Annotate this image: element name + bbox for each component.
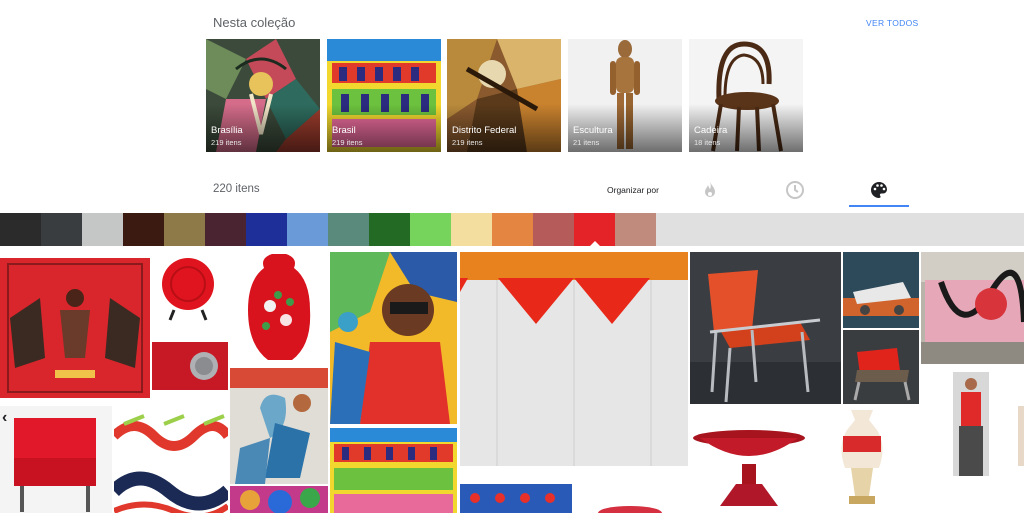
artwork-tile[interactable] <box>230 250 328 366</box>
artwork-tile[interactable] <box>1018 406 1024 466</box>
card-count: 18 itens <box>694 138 721 147</box>
artwork-tile[interactable] <box>230 486 328 513</box>
card-name: Cadeira <box>694 125 728 136</box>
artwork-tile[interactable] <box>0 406 112 513</box>
card-count: 21 itens <box>573 138 600 147</box>
color-swatch[interactable] <box>410 213 451 246</box>
collection-card-brasilia[interactable]: Brasília 219 itens <box>206 39 320 152</box>
results-grid: ‹ <box>0 246 1024 513</box>
artwork-tile[interactable] <box>833 406 891 513</box>
color-swatch[interactable] <box>246 213 287 246</box>
color-swatch[interactable] <box>615 213 656 246</box>
artwork-tile[interactable] <box>152 250 228 336</box>
color-swatch[interactable] <box>205 213 246 246</box>
card-count: 219 itens <box>211 138 242 147</box>
artwork-tile[interactable] <box>330 428 457 513</box>
artwork-tile[interactable] <box>460 252 688 466</box>
clock-icon[interactable] <box>785 180 805 200</box>
color-swatch[interactable] <box>82 213 123 246</box>
card-name: Brasil <box>332 125 356 136</box>
artwork-tile[interactable] <box>690 252 841 404</box>
color-swatch[interactable] <box>574 213 615 247</box>
artwork-tile[interactable] <box>921 252 1024 364</box>
color-swatch[interactable] <box>0 213 41 246</box>
prev-arrow-icon[interactable]: ‹ <box>2 409 16 429</box>
artwork-tile[interactable] <box>843 330 919 404</box>
artwork-tile[interactable] <box>590 500 670 513</box>
color-swatch[interactable] <box>492 213 533 246</box>
artwork-tile[interactable] <box>0 258 150 398</box>
collection-title: Nesta coleção <box>213 15 296 30</box>
collection-card-cadeira[interactable]: Cadeira 18 itens <box>689 39 803 152</box>
artwork-tile[interactable] <box>230 368 328 484</box>
color-swatch[interactable] <box>533 213 574 246</box>
card-count: 219 itens <box>452 138 483 147</box>
color-swatch[interactable] <box>41 213 82 246</box>
artwork-tile[interactable] <box>690 426 808 513</box>
artwork-tile[interactable] <box>953 372 989 476</box>
collection-card-brasil[interactable]: Brasil 219 itens <box>327 39 441 152</box>
palette-icon[interactable] <box>869 180 889 200</box>
flame-icon[interactable] <box>700 180 720 200</box>
color-swatch[interactable] <box>287 213 328 246</box>
card-name: Distrito Federal <box>452 125 517 136</box>
color-swatch[interactable] <box>451 213 492 246</box>
artwork-tile[interactable] <box>152 342 228 390</box>
sort-active-indicator <box>849 205 909 207</box>
color-swatch[interactable] <box>328 213 369 246</box>
card-count: 219 itens <box>332 138 363 147</box>
collection-card-escultura[interactable]: Escultura 21 itens <box>568 39 682 152</box>
color-swatch[interactable] <box>369 213 410 246</box>
card-name: Escultura <box>573 125 613 136</box>
color-swatch[interactable] <box>164 213 205 246</box>
collection-card-distrito-federal[interactable]: Distrito Federal 219 itens <box>447 39 561 152</box>
see-all-link[interactable]: VER TODOS <box>866 18 918 28</box>
sort-label: Organizar por <box>607 185 659 195</box>
artwork-tile[interactable] <box>114 406 228 513</box>
color-palette <box>0 213 1024 247</box>
artwork-tile[interactable] <box>330 252 457 424</box>
color-swatch[interactable] <box>123 213 164 246</box>
card-name: Brasília <box>211 125 243 136</box>
artwork-tile[interactable] <box>843 252 919 328</box>
items-count: 220 itens <box>213 183 260 195</box>
artwork-tile[interactable] <box>460 484 572 513</box>
